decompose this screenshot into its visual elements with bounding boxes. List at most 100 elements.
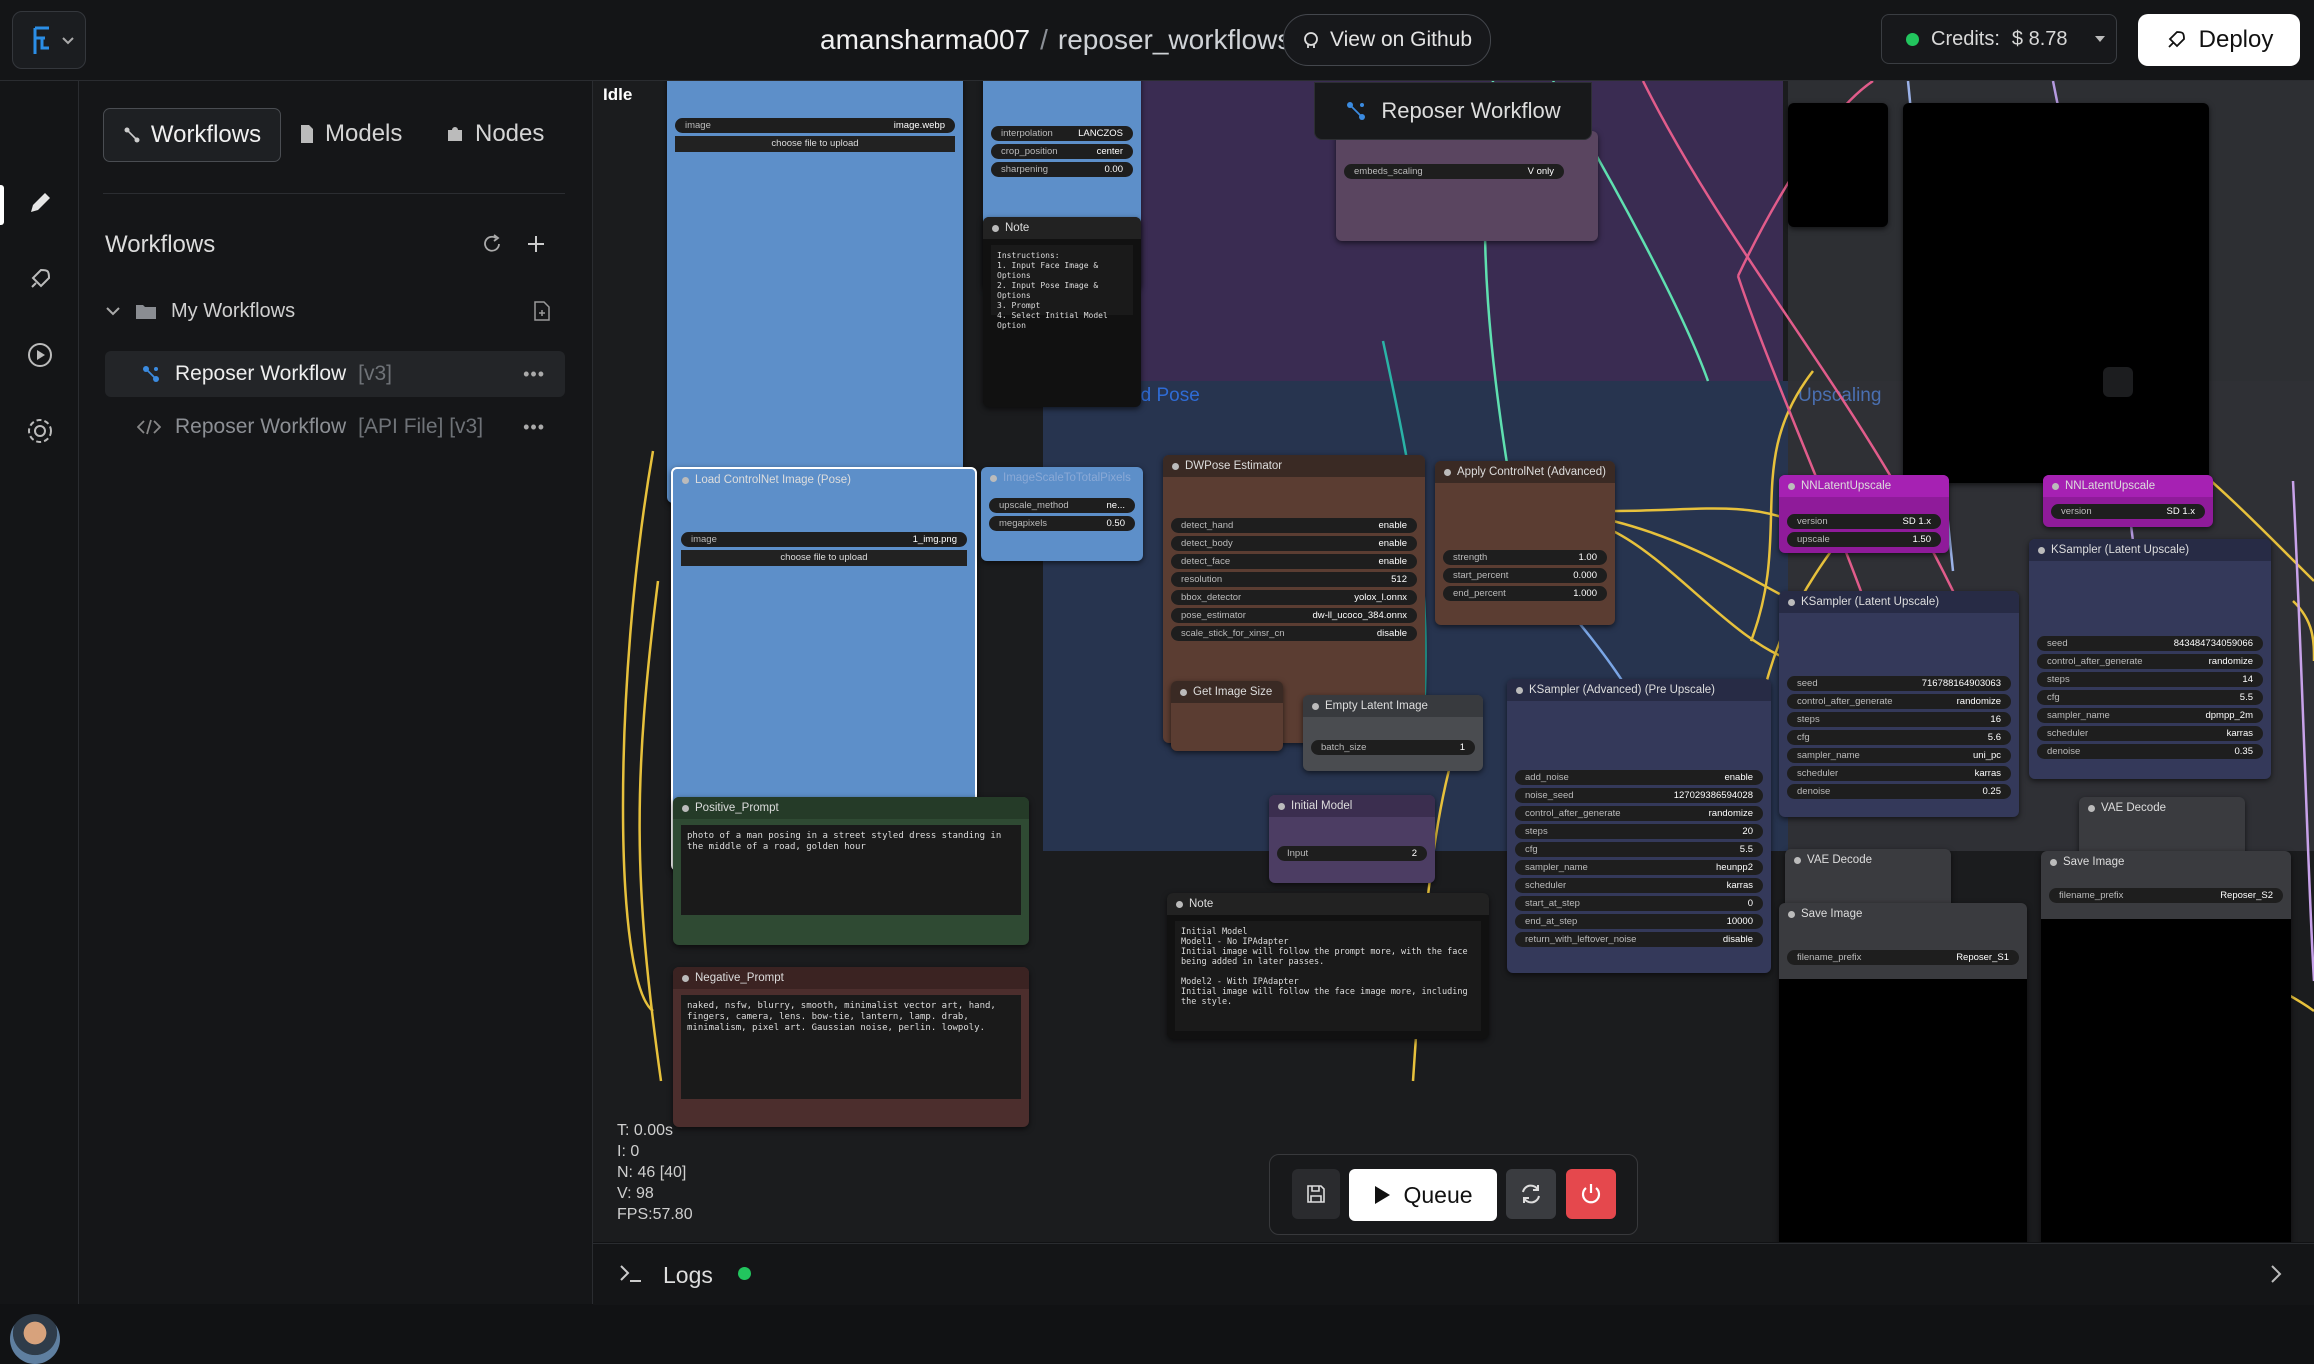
queue-button[interactable]: Queue: [1349, 1169, 1497, 1221]
workflow-item-reposer[interactable]: Reposer Workflow [v3] •••: [105, 351, 565, 397]
app-logo-menu[interactable]: [12, 11, 86, 69]
node-positive-prompt[interactable]: Positive_Prompt photo of a man posing in…: [673, 797, 1029, 945]
widget-row[interactable]: steps 16: [1787, 712, 2011, 727]
widget-row[interactable]: denoise 0.35: [2037, 744, 2263, 759]
widget-row[interactable]: cfg 5.6: [1787, 730, 2011, 745]
node-save-image-2[interactable]: Save Image filename_prefix Reposer_S2: [2041, 851, 2291, 1242]
deployments-nav-button[interactable]: [22, 261, 58, 297]
widget-row[interactable]: control_after_generate randomize: [1787, 694, 2011, 709]
workflow-item-reposer-api[interactable]: Reposer Workflow [API File] [v3] •••: [105, 404, 565, 450]
node-get-image-size[interactable]: Get Image Size: [1171, 681, 1283, 751]
widget-image[interactable]: image 1_img.png: [681, 532, 967, 547]
user-avatar[interactable]: [10, 1314, 60, 1364]
widget-row[interactable]: upscale_method ne...: [989, 498, 1135, 513]
widget-row[interactable]: scale_stick_for_xinsr_cn disable: [1171, 626, 1417, 641]
node-note-instructions[interactable]: Note Instructions: 1. Input Face Image &…: [983, 217, 1141, 407]
widget-row[interactable]: steps 20: [1515, 824, 1763, 839]
widget-row[interactable]: add_noise enable: [1515, 770, 1763, 785]
note-text[interactable]: Instructions: 1. Input Face Image & Opti…: [991, 245, 1133, 330]
widget-row[interactable]: return_with_leftover_noise disable: [1515, 932, 1763, 947]
new-file-icon[interactable]: [533, 301, 551, 321]
save-button[interactable]: [1292, 1169, 1340, 1219]
repo-name[interactable]: reposer_workflows: [1058, 24, 1291, 55]
folder-my-workflows[interactable]: My Workflows: [105, 291, 565, 331]
deploy-button[interactable]: Deploy: [2138, 14, 2300, 66]
widget-row[interactable]: batch_size 1: [1311, 740, 1475, 755]
node-preview-top-large[interactable]: [1903, 103, 2209, 483]
more-options-icon[interactable]: •••: [523, 417, 545, 438]
node-image-scale[interactable]: ImageScaleToTotalPixels upscale_method ne…: [981, 467, 1143, 561]
widget-row[interactable]: crop_position center: [991, 144, 1133, 159]
add-icon[interactable]: [525, 233, 547, 255]
widget-row[interactable]: upscale 1.50: [1787, 532, 1941, 547]
node-ksampler-advanced[interactable]: KSampler (Advanced) (Pre Upscale) add_no…: [1507, 679, 1771, 973]
logs-bar[interactable]: Logs: [593, 1243, 2314, 1305]
widget-row[interactable]: detect_body enable: [1171, 536, 1417, 551]
widget-row[interactable]: version SD 1.x: [2051, 504, 2205, 519]
widget-row[interactable]: megapixels 0.50: [989, 516, 1135, 531]
node-empty-latent-image[interactable]: Empty Latent Image batch_size 1: [1303, 695, 1483, 771]
widget-row[interactable]: control_after_generate randomize: [2037, 654, 2263, 669]
widget-image[interactable]: image image.webp: [675, 118, 955, 133]
widget-row[interactable]: pose_estimator dw-ll_ucoco_384.onnx: [1171, 608, 1417, 623]
widget-row[interactable]: sampler_name uni_pc: [1787, 748, 2011, 763]
runs-nav-button[interactable]: [22, 337, 58, 373]
tab-models[interactable]: Models: [299, 108, 402, 160]
node-note-model[interactable]: Note Initial Model Model1 - No IPAdapter…: [1167, 893, 1489, 1039]
node-negative-prompt[interactable]: Negative_Prompt naked, nsfw, blurry, smo…: [673, 967, 1029, 1127]
credits-dropdown[interactable]: Credits: $ 8.78: [1881, 14, 2117, 64]
widget-row[interactable]: version SD 1.x: [1787, 514, 1941, 529]
workflow-canvas[interactable]: Prompt and Pose Upscaling: [593, 81, 2314, 1242]
widget-row[interactable]: detect_face enable: [1171, 554, 1417, 569]
widget-row[interactable]: denoise 0.25: [1787, 784, 2011, 799]
widget-row[interactable]: Input 2: [1277, 846, 1427, 861]
widget-row[interactable]: scheduler karras: [2037, 726, 2263, 741]
widget-row[interactable]: steps 14: [2037, 672, 2263, 687]
note-text[interactable]: Initial Model Model1 - No IPAdapter Init…: [1175, 921, 1481, 1031]
widget-row[interactable]: filename_prefix Reposer_S1: [1787, 950, 2019, 965]
widget-row[interactable]: cfg 5.5: [1515, 842, 1763, 857]
more-options-icon[interactable]: •••: [523, 364, 545, 385]
widget-row[interactable]: bbox_detector yolox_l.onnx: [1171, 590, 1417, 605]
widget-row[interactable]: resolution 512: [1171, 572, 1417, 587]
node-vae-decode-2[interactable]: VAE Decode: [2079, 797, 2245, 859]
widget-row[interactable]: seed 843484734059066: [2037, 636, 2263, 651]
upload-button[interactable]: choose file to upload: [675, 136, 955, 152]
node-nn-latent-upscale-2[interactable]: NNLatentUpscale version SD 1.x: [2043, 475, 2213, 527]
prompt-text[interactable]: naked, nsfw, blurry, smooth, minimalist …: [681, 995, 1021, 1099]
node-preview-top-small[interactable]: [1788, 103, 1888, 227]
refresh-icon[interactable]: [481, 233, 503, 255]
node-apply-controlnet[interactable]: Apply ControlNet (Advanced) strength 1.00…: [1435, 461, 1615, 625]
node-load-image-face[interactable]: image image.webp choose file to upload: [667, 81, 963, 503]
node-ksampler-latent-upscale-2[interactable]: KSampler (Latent Upscale) seed 8434847340…: [2029, 539, 2271, 779]
node-vae-decode-1[interactable]: VAE Decode: [1785, 849, 1951, 911]
widget-row[interactable]: seed 716788164903063: [1787, 676, 2011, 691]
refresh-button[interactable]: [1506, 1169, 1556, 1219]
tab-workflows[interactable]: Workflows: [103, 108, 281, 162]
node-ksampler-latent-upscale-1[interactable]: KSampler (Latent Upscale) seed 7167881649…: [1779, 591, 2019, 817]
node-initial-model[interactable]: Initial Model Input 2: [1269, 795, 1435, 883]
widget-row[interactable]: start_percent 0.000: [1443, 568, 1607, 583]
widget-row[interactable]: start_at_step 0: [1515, 896, 1763, 911]
node-save-image-1[interactable]: Save Image filename_prefix Reposer_S1: [1779, 903, 2027, 1242]
widget-row[interactable]: noise_seed 127029386594028: [1515, 788, 1763, 803]
view-on-github-button[interactable]: View on Github: [1283, 14, 1491, 66]
widget-row[interactable]: sharpening 0.00: [991, 162, 1133, 177]
widget-row[interactable]: embeds_scaling V only: [1344, 164, 1564, 179]
settings-nav-button[interactable]: [22, 413, 58, 449]
widget-row[interactable]: filename_prefix Reposer_S2: [2049, 888, 2283, 903]
widget-row[interactable]: sampler_name dpmpp_2m: [2037, 708, 2263, 723]
editor-nav-button[interactable]: [22, 185, 58, 221]
widget-row[interactable]: end_at_step 10000: [1515, 914, 1763, 929]
stop-button[interactable]: [1566, 1169, 1616, 1219]
widget-row[interactable]: interpolation LANCZOS: [991, 126, 1133, 141]
widget-row[interactable]: control_after_generate randomize: [1515, 806, 1763, 821]
tab-nodes[interactable]: Nodes: [445, 108, 544, 160]
widget-row[interactable]: sampler_name heunpp2: [1515, 860, 1763, 875]
widget-row[interactable]: cfg 5.5: [2037, 690, 2263, 705]
widget-row[interactable]: scheduler karras: [1515, 878, 1763, 893]
widget-row[interactable]: scheduler karras: [1787, 766, 2011, 781]
chevron-right-icon[interactable]: [2269, 1264, 2283, 1284]
prompt-text[interactable]: photo of a man posing in a street styled…: [681, 825, 1021, 915]
widget-row[interactable]: end_percent 1.000: [1443, 586, 1607, 601]
